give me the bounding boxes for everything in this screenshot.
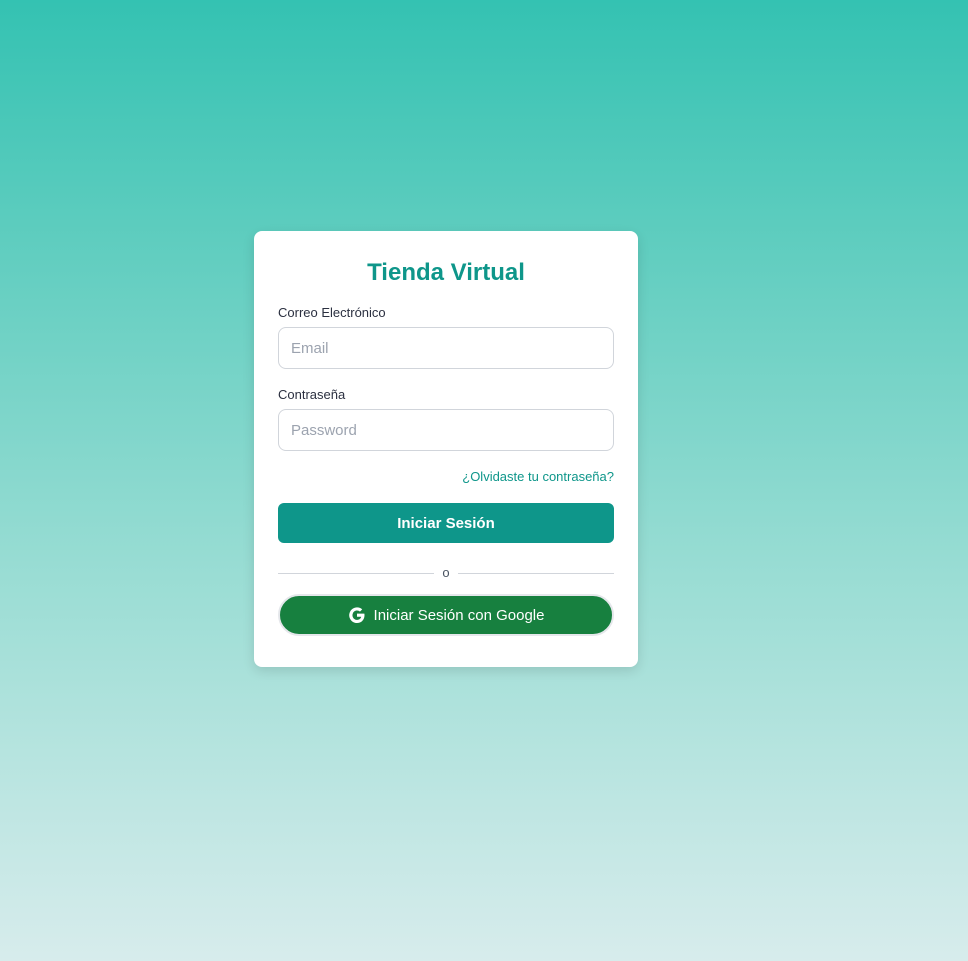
login-button[interactable]: Iniciar Sesión: [278, 503, 614, 543]
divider-text: o: [442, 565, 450, 580]
forgot-password-row: ¿Olvidaste tu contraseña?: [278, 469, 614, 485]
password-field[interactable]: [278, 409, 614, 451]
google-icon: [348, 606, 366, 624]
divider-line-right: [457, 572, 615, 574]
google-login-label: Iniciar Sesión con Google: [373, 606, 545, 624]
password-label: Contraseña: [278, 387, 346, 402]
divider: o: [278, 565, 615, 581]
login-card: Tienda Virtual Correo Electrónico Contra…: [254, 231, 638, 667]
email-label: Correo Electrónico: [278, 305, 386, 320]
divider-line-left: [278, 572, 435, 574]
forgot-password-link[interactable]: ¿Olvidaste tu contraseña?: [462, 469, 614, 484]
email-field[interactable]: [278, 327, 614, 369]
google-login-button[interactable]: Iniciar Sesión con Google: [278, 594, 614, 636]
page-title: Tienda Virtual: [367, 259, 525, 286]
